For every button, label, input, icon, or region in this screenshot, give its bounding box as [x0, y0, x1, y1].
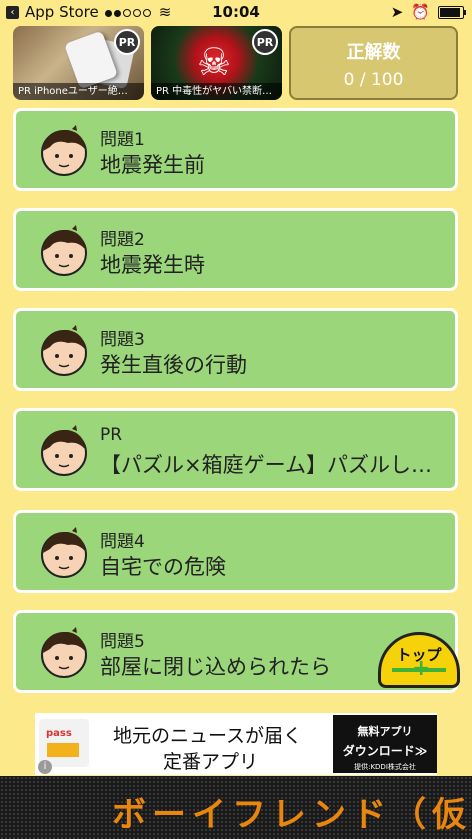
- pr-badge: PR: [252, 29, 278, 55]
- location-icon: ➤: [390, 3, 404, 21]
- top-button[interactable]: トップ +: [378, 632, 460, 690]
- boy-face-icon: [41, 527, 87, 578]
- question-title: 部屋に閉じ込められたら: [100, 655, 331, 679]
- status-bar: ‹ App Store ≋ 10:04 ➤ ⏰: [0, 0, 472, 24]
- banner-headline: 地元のニュースが届く: [113, 725, 303, 747]
- ad-tile-iphone[interactable]: PR PR iPhoneユーザー絶…: [13, 26, 144, 100]
- banner-subline: 定番アプリ: [163, 751, 259, 773]
- battery-icon: [438, 5, 466, 19]
- ad-info-icon[interactable]: i: [38, 760, 52, 774]
- logo-text: pass: [46, 728, 72, 739]
- question-card-4[interactable]: 問題4 自宅での危険: [13, 510, 458, 593]
- question-title: 自宅での危険: [100, 555, 226, 579]
- ad-tile-game[interactable]: ☠ PR PR 中毒性がヤバい禁断…: [151, 26, 282, 100]
- question-card-3[interactable]: 問題3 発生直後の行動: [13, 308, 458, 391]
- question-card-1[interactable]: 問題1 地震発生前: [13, 108, 458, 191]
- cross-icon: +: [412, 656, 431, 681]
- pr-card[interactable]: PR 【パズル×箱庭ゲーム】パズルし…: [13, 408, 458, 491]
- skull-icon: ☠: [197, 40, 232, 84]
- question-number: 問題3: [100, 330, 145, 350]
- score-value: 0 / 100: [343, 70, 404, 90]
- question-title: 地震発生前: [100, 153, 205, 177]
- cta-provider: 提供:KDDI株式会社: [354, 763, 416, 771]
- score-label: 正解数: [346, 42, 401, 63]
- boy-face-icon: [41, 325, 87, 376]
- question-number: 問題1: [100, 130, 145, 150]
- question-number: 問題5: [100, 632, 145, 652]
- question-card-2[interactable]: 問題2 地震発生時: [13, 208, 458, 291]
- question-title: 地震発生時: [100, 253, 205, 277]
- ticker-ad[interactable]: ボーイフレンド（仮）き: [0, 776, 472, 839]
- cta-free-label: 無料アプリ: [357, 725, 413, 738]
- ticker-text: ボーイフレンド（仮）き: [112, 795, 472, 835]
- banner-ad[interactable]: pass 地元のニュースが届く 定番アプリ 無料アプリ ダウンロード≫ 提供:K…: [35, 713, 437, 775]
- boy-face-icon: [41, 125, 87, 176]
- logo-bar: [47, 743, 79, 757]
- question-number: 問題2: [100, 230, 145, 250]
- pr-badge: PR: [114, 29, 140, 55]
- ad-caption: PR iPhoneユーザー絶…: [13, 83, 144, 100]
- ad-caption: PR 中毒性がヤバい禁断…: [151, 83, 282, 100]
- question-title: 発生直後の行動: [100, 353, 247, 377]
- question-number: 問題4: [100, 532, 145, 552]
- question-number: PR: [100, 425, 123, 445]
- question-title: 【パズル×箱庭ゲーム】パズルし…: [100, 453, 432, 477]
- alarm-icon: ⏰: [411, 3, 430, 21]
- score-panel: 正解数 0 / 100: [289, 26, 458, 100]
- boy-face-icon: [41, 627, 87, 678]
- boy-face-icon: [41, 225, 87, 276]
- download-button[interactable]: 無料アプリ ダウンロード≫ 提供:KDDI株式会社: [333, 715, 437, 773]
- cta-download-label: ダウンロード≫: [342, 744, 428, 758]
- boy-face-icon: [41, 425, 87, 476]
